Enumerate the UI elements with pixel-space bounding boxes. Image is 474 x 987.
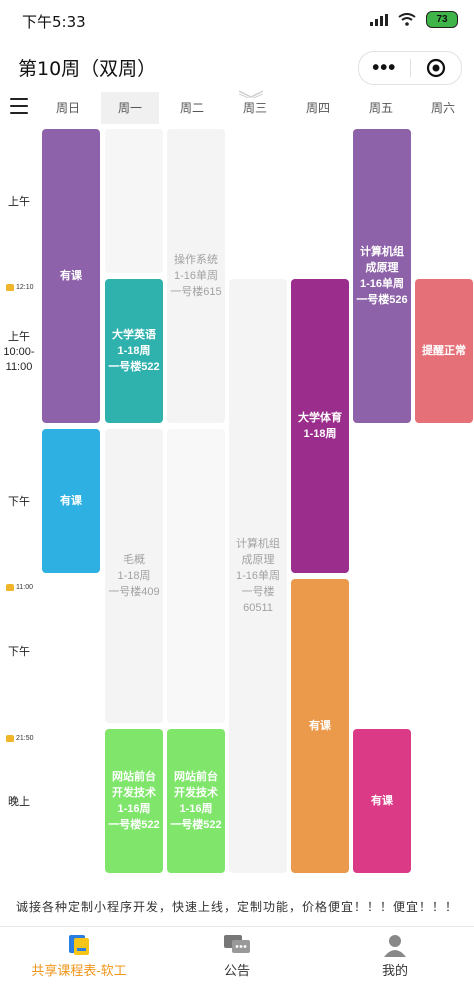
user-icon xyxy=(384,935,406,957)
course-tuesday-empty xyxy=(167,429,225,723)
wifi-icon xyxy=(398,13,416,26)
chat-icon xyxy=(224,935,250,953)
course-thursday-1[interactable]: 大学体育 1-18周 xyxy=(291,279,349,573)
mini-program-capsule: ••• xyxy=(358,51,462,85)
tab-profile-label: 我的 xyxy=(381,963,408,978)
course-wednesday-1[interactable]: 计算机组成原理 1-16单周 一号楼60511 xyxy=(229,279,287,873)
course-sunday-1[interactable]: 有课 xyxy=(42,129,100,423)
time-label-morning2: 上午 10:00- 11:00 xyxy=(3,331,35,373)
day-thursday: 周四 xyxy=(305,101,330,115)
tab-schedule-label: 共享课程表-软工 xyxy=(31,963,127,978)
status-bar: 下午5:33 73 xyxy=(0,0,474,40)
target-close-icon xyxy=(426,58,445,78)
time-mark-3: 21:50 xyxy=(6,735,34,742)
time-label-afternoon2: 下午 xyxy=(8,646,30,658)
course-monday-3[interactable]: 网站前台开发技术 1-16周 一号楼522 xyxy=(105,729,163,873)
alarm-icon xyxy=(6,735,14,742)
tab-announcements-label: 公告 xyxy=(223,963,250,978)
course-saturday-1[interactable]: 提醒正常 xyxy=(415,279,473,423)
menu-icon[interactable] xyxy=(10,98,28,114)
close-button[interactable] xyxy=(411,58,462,78)
alarm-icon xyxy=(6,284,14,291)
page-title: 第10周（双周） xyxy=(18,58,157,80)
course-friday-2[interactable]: 有课 xyxy=(353,729,411,873)
tab-bar: 共享课程表-软工 公告 我的 xyxy=(0,926,474,987)
course-thursday-2[interactable]: 有课 xyxy=(291,579,349,873)
header: 第10周（双周） ••• xyxy=(0,40,474,92)
signal-icon xyxy=(370,13,388,26)
course-tuesday-2[interactable]: 网站前台开发技术 1-16周 一号楼522 xyxy=(167,729,225,873)
day-saturday: 周六 xyxy=(430,101,455,115)
day-monday: 周一 xyxy=(101,92,159,124)
day-tuesday: 周二 xyxy=(179,101,204,115)
book-app-icon xyxy=(69,935,89,955)
tab-profile[interactable]: 我的 xyxy=(316,927,474,987)
course-monday-1[interactable]: 大学英语 1-18周 一号楼522 xyxy=(105,279,163,423)
day-sunday: 周日 xyxy=(55,101,80,115)
week-bar: 周日 周一 周二 周三 周四 周五 周六 xyxy=(0,90,474,124)
tab-schedule[interactable]: 共享课程表-软工 xyxy=(0,927,158,987)
time-label-evening: 晚上 xyxy=(8,796,30,808)
course-sunday-2[interactable]: 有课 xyxy=(42,429,100,573)
course-friday-1[interactable]: 计算机组成原理 1-16单周 一号楼526 xyxy=(353,129,411,423)
alarm-icon xyxy=(6,584,14,591)
time-label-afternoon: 下午 xyxy=(8,496,30,508)
tab-announcements[interactable]: 公告 xyxy=(158,927,316,987)
status-icons: 73 xyxy=(370,11,458,28)
status-time: 下午5:33 xyxy=(22,13,86,31)
course-tuesday-1[interactable]: 操作系统 1-16单周 一号楼615 xyxy=(167,129,225,423)
ad-banner-text: 诚接各种定制小程序开发，快速上线，定制功能，价格便宜！！！便宜！！！ xyxy=(15,900,458,914)
battery-indicator: 73 xyxy=(426,11,458,28)
day-friday: 周五 xyxy=(368,101,393,115)
course-monday-empty xyxy=(105,129,163,273)
time-mark-2: 11:00 xyxy=(6,584,33,591)
time-label-morning: 上午 xyxy=(8,196,30,208)
course-monday-2[interactable]: 毛概 1-18周 一号楼409 xyxy=(105,429,163,723)
time-mark-1: 12:10 xyxy=(6,284,34,291)
current-day-arrow-icon xyxy=(239,90,263,98)
more-button[interactable]: ••• xyxy=(359,54,410,82)
